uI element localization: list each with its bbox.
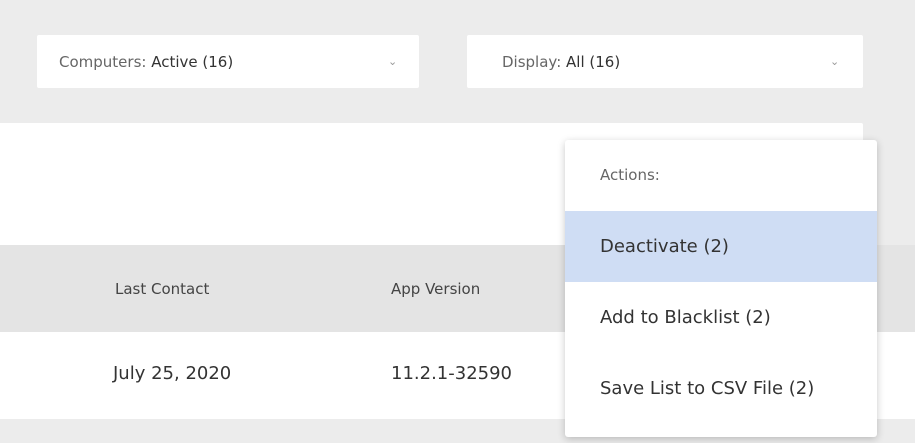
column-header-app-version[interactable]: App Version [391,280,480,298]
cell-app-version: 11.2.1-32590 [391,363,513,384]
menu-item-save-csv[interactable]: Save List to CSV File (2) [565,353,877,424]
display-filter-label: Display: [502,52,562,71]
computers-filter-value: Active (16) [151,52,234,71]
actions-menu: Actions: Deactivate (2) Add to Blacklist… [565,140,877,437]
computers-filter-dropdown[interactable]: Computers: Active (16) ⌄ [37,35,419,88]
menu-item-add-to-blacklist[interactable]: Add to Blacklist (2) [565,282,877,353]
cell-last-contact: July 25, 2020 [113,363,232,384]
display-filter-value: All (16) [566,52,621,71]
chevron-down-icon: ⌄ [388,55,398,68]
chevron-down-icon: ⌄ [830,55,840,68]
column-header-last-contact[interactable]: Last Contact [115,280,209,298]
actions-menu-header: Actions: [600,166,660,184]
computers-filter-label: Computers: [59,52,147,71]
display-filter-dropdown[interactable]: Display: All (16) ⌄ [467,35,863,88]
menu-item-deactivate[interactable]: Deactivate (2) [565,211,877,282]
